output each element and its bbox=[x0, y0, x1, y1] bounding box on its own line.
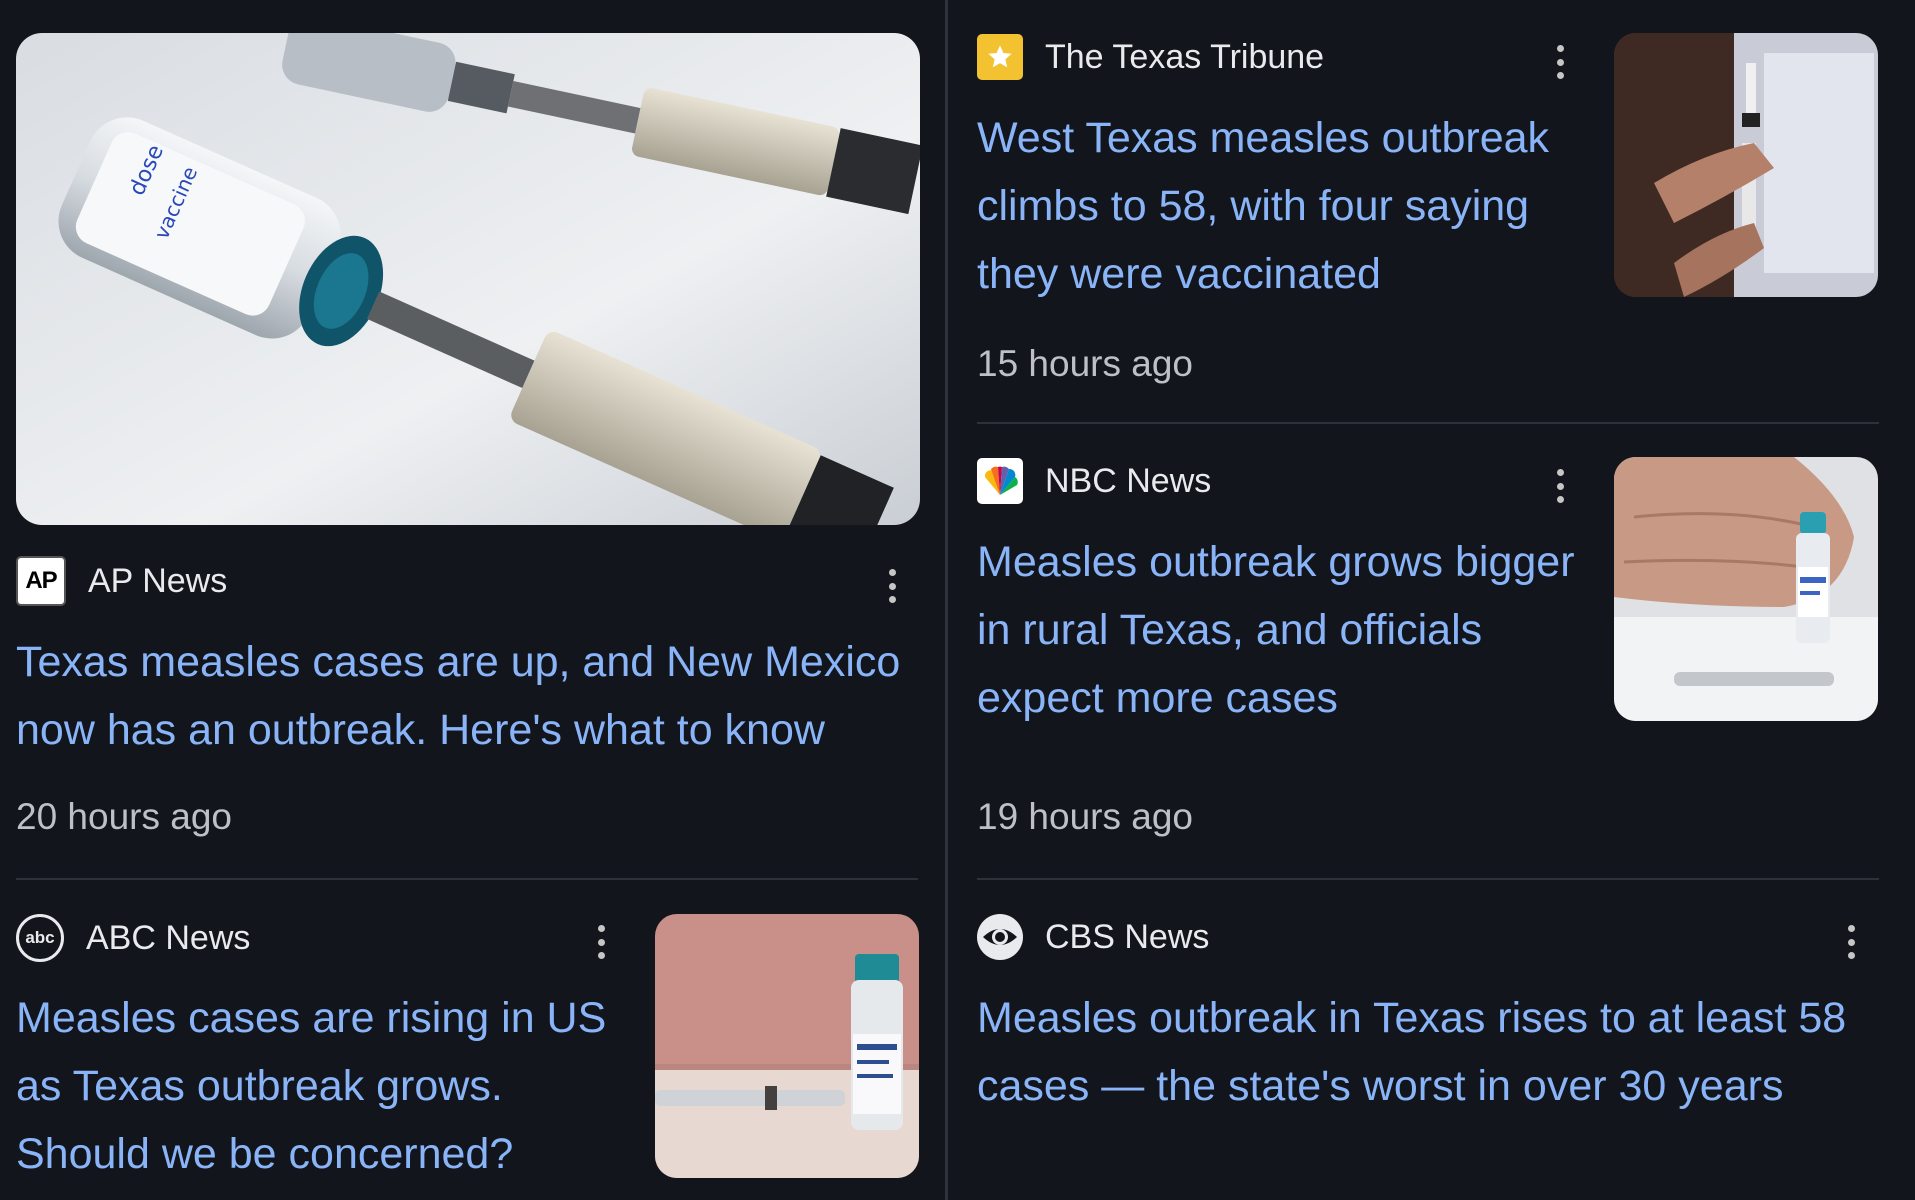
more-options-button[interactable] bbox=[1841, 922, 1861, 962]
more-options-button[interactable] bbox=[882, 566, 902, 606]
ap-news-logo-icon: AP bbox=[16, 556, 66, 606]
article-timestamp: 15 hours ago bbox=[977, 343, 1194, 384]
hands-filling-syringe-image bbox=[1614, 33, 1878, 297]
article-image-abc[interactable] bbox=[655, 914, 919, 1178]
more-options-button[interactable] bbox=[1550, 466, 1570, 506]
source-name: CBS News bbox=[1045, 917, 1210, 956]
vaccine-vials-and-syringes-image: dose vaccine bbox=[16, 33, 920, 525]
article-source-texas-tribune[interactable]: The Texas Tribune bbox=[977, 34, 1324, 80]
article-headline-nbc[interactable]: Measles outbreak grows bigger in rural T… bbox=[977, 528, 1597, 732]
source-name: ABC News bbox=[86, 918, 251, 957]
article-separator bbox=[977, 422, 1879, 424]
article-headline-abc[interactable]: Measles cases are rising in US as Texas … bbox=[16, 984, 636, 1188]
article-image-texas-tribune[interactable] bbox=[1614, 33, 1878, 297]
article-timestamp: 19 hours ago bbox=[977, 796, 1194, 837]
nbc-peacock-icon bbox=[977, 458, 1023, 504]
article-separator bbox=[977, 878, 1879, 880]
article-headline-texas-tribune[interactable]: West Texas measles outbreak climbs to 58… bbox=[977, 104, 1597, 308]
article-timestamp: 20 hours ago bbox=[16, 796, 233, 837]
source-name: NBC News bbox=[1045, 461, 1212, 500]
article-image-ap[interactable]: dose vaccine bbox=[16, 33, 920, 525]
article-image-nbc[interactable] bbox=[1614, 457, 1878, 721]
more-options-button[interactable] bbox=[591, 922, 611, 962]
article-source-abc[interactable]: abc ABC News bbox=[16, 914, 250, 962]
texas-tribune-star-icon bbox=[977, 34, 1023, 80]
article-source-ap[interactable]: AP AP News bbox=[16, 556, 227, 606]
source-name: The Texas Tribune bbox=[1045, 37, 1325, 76]
article-source-cbs[interactable]: CBS News bbox=[977, 914, 1209, 960]
cbs-eye-icon bbox=[977, 914, 1023, 960]
hand-holding-vaccine-vial-image bbox=[1614, 457, 1878, 721]
article-source-nbc[interactable]: NBC News bbox=[977, 458, 1211, 504]
article-headline-cbs[interactable]: Measles outbreak in Texas rises to at le… bbox=[977, 984, 1877, 1120]
abc-news-logo-icon: abc bbox=[16, 914, 64, 962]
more-options-button[interactable] bbox=[1550, 42, 1570, 82]
source-name: AP News bbox=[88, 561, 228, 600]
article-separator bbox=[16, 878, 918, 880]
article-headline-ap[interactable]: Texas measles cases are up, and New Mexi… bbox=[16, 628, 916, 764]
vaccine-vial-and-syringe-image bbox=[655, 914, 919, 1178]
column-divider bbox=[945, 0, 948, 1200]
